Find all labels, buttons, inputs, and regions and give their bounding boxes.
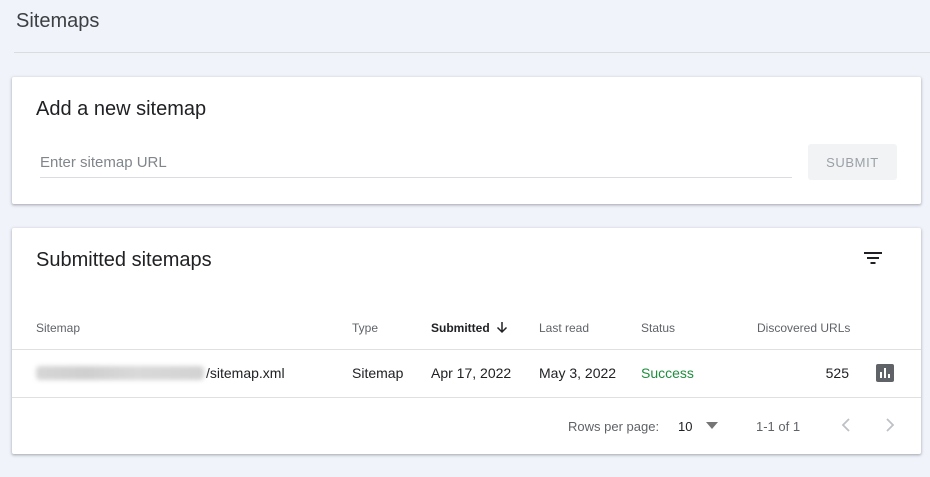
last-read-cell: May 3, 2022 — [539, 365, 617, 381]
add-sitemap-heading: Add a new sitemap — [36, 98, 207, 120]
column-header-submitted-label: Submitted — [431, 321, 490, 335]
filter-icon[interactable] — [863, 250, 883, 266]
discovered-urls-cell: 525 — [825, 365, 849, 381]
column-header-last-read[interactable]: Last read — [539, 321, 589, 335]
sitemap-path: /sitemap.xml — [206, 365, 285, 381]
status-cell: Success — [641, 365, 694, 381]
arrow-down-icon — [496, 322, 507, 334]
column-header-status[interactable]: Status — [641, 321, 675, 335]
submit-button[interactable]: SUBMIT — [808, 144, 897, 180]
submitted-sitemaps-card: Submitted sitemaps Sitemap Type Submitte… — [12, 228, 921, 454]
chevron-right-icon[interactable] — [884, 417, 896, 433]
column-header-submitted[interactable]: Submitted — [431, 321, 508, 335]
pagination-range: 1-1 of 1 — [756, 419, 801, 434]
table-row[interactable]: /sitemap.xml Sitemap Apr 17, 2022 May 3,… — [12, 350, 921, 397]
sitemap-url-input[interactable] — [40, 152, 792, 178]
chevron-left-icon[interactable] — [840, 417, 852, 433]
add-sitemap-card: Add a new sitemap SUBMIT — [12, 77, 921, 204]
title-divider — [14, 52, 930, 53]
table-header: Sitemap Type Submitted Last read Status … — [12, 312, 921, 348]
bar-chart-icon[interactable] — [876, 364, 894, 382]
submitted-sitemaps-heading: Submitted sitemaps — [36, 249, 212, 271]
submitted-cell: Apr 17, 2022 — [431, 365, 512, 381]
table-footer: Rows per page: 10 1-1 of 1 — [12, 398, 921, 454]
triangle-down-icon — [706, 422, 718, 429]
rows-per-page-label: Rows per page: — [568, 419, 660, 434]
sitemap-url-cell: /sitemap.xml — [36, 365, 285, 381]
column-header-discovered-urls[interactable]: Discovered URLs — [757, 321, 850, 335]
rows-per-page-select[interactable]: 10 — [676, 416, 724, 436]
rows-per-page-value: 10 — [678, 419, 693, 434]
type-cell: Sitemap — [352, 365, 404, 381]
column-header-sitemap[interactable]: Sitemap — [36, 321, 80, 335]
page-title: Sitemaps — [16, 10, 100, 32]
column-header-type[interactable]: Type — [352, 321, 378, 335]
blurred-host — [36, 366, 204, 380]
